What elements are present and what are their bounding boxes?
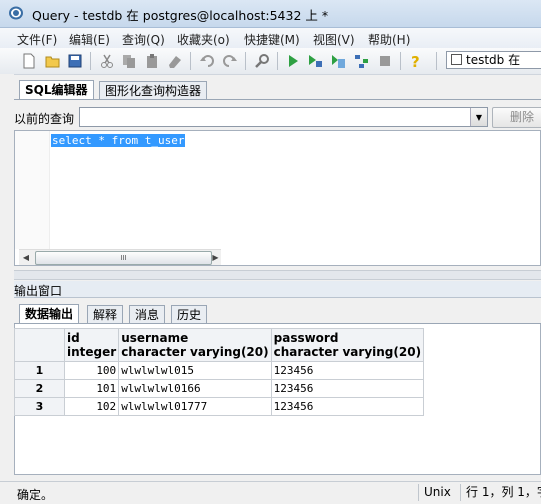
table-row[interactable]: 3 102 wlwlwlwl01777 123456 xyxy=(14,397,425,416)
execute-icon[interactable] xyxy=(284,52,302,70)
horizontal-scrollbar[interactable]: ◀ III ▶ xyxy=(19,249,221,265)
cell-id[interactable]: 100 xyxy=(63,361,120,380)
help-icon[interactable]: ? xyxy=(407,52,425,70)
toolbar-separator xyxy=(436,52,437,70)
menu-file[interactable]: 文件(F) xyxy=(17,31,57,48)
menu-bar: 文件(F) 编辑(E) 查询(Q) 收藏夹(o) 快捷键(M) 视图(V) 帮助… xyxy=(0,28,541,48)
tab-sql-editor[interactable]: SQL编辑器 xyxy=(19,80,94,99)
execute-explain-icon[interactable] xyxy=(306,52,324,70)
status-cursor-position: 行 1，列 1，字 xyxy=(460,484,541,501)
grid-corner[interactable] xyxy=(14,328,65,362)
column-header-username[interactable]: username character varying(20) xyxy=(118,328,272,362)
toolbar-separator xyxy=(190,52,191,70)
toolbar-separator xyxy=(90,52,91,70)
row-number[interactable]: 2 xyxy=(14,379,65,398)
menu-favorites[interactable]: 收藏夹(o) xyxy=(177,31,230,48)
cell-id[interactable]: 101 xyxy=(63,379,120,398)
tab-data-output[interactable]: 数据输出 xyxy=(19,304,80,323)
copy-icon[interactable] xyxy=(120,52,138,70)
tab-messages[interactable]: 消息 xyxy=(129,305,166,323)
tab-graphical-query-builder[interactable]: 图形化查询构造器 xyxy=(99,81,208,99)
save-icon[interactable] xyxy=(66,52,84,70)
delete-button[interactable]: 删除 xyxy=(492,107,541,128)
toolbar-separator xyxy=(277,52,278,70)
status-line-format: Unix xyxy=(418,484,451,501)
column-type: integer xyxy=(67,345,117,359)
menu-edit[interactable]: 编辑(E) xyxy=(69,31,110,48)
editor-gutter xyxy=(15,131,50,249)
scrollbar-thumb[interactable]: III xyxy=(35,251,212,265)
scroll-right-icon[interactable]: ▶ xyxy=(210,251,221,264)
postgres-elephant-icon xyxy=(9,6,23,20)
menu-macros[interactable]: 快捷键(M) xyxy=(244,31,300,48)
undo-icon[interactable] xyxy=(198,52,216,70)
cell-password[interactable]: 123456 xyxy=(270,379,425,398)
grid-header-row: id integer username character varying(20… xyxy=(14,328,425,362)
menu-view[interactable]: 视图(V) xyxy=(313,31,355,48)
cell-username[interactable]: wlwlwlwl01777 xyxy=(118,397,272,416)
pane-splitter[interactable] xyxy=(14,270,541,280)
tab-history[interactable]: 历史 xyxy=(171,305,208,323)
cell-password[interactable]: 123456 xyxy=(270,361,425,380)
previous-query-label: 以前的查询 xyxy=(14,112,75,126)
row-number[interactable]: 3 xyxy=(14,397,65,416)
sql-editor[interactable]: select * from t_user ◀ III ▶ xyxy=(14,130,541,266)
output-pane-title: 输出窗口 xyxy=(14,284,63,298)
column-name: id xyxy=(67,331,80,345)
column-name: password xyxy=(273,331,339,345)
cut-icon[interactable] xyxy=(98,52,116,70)
cell-id[interactable]: 102 xyxy=(63,397,120,416)
result-grid[interactable]: id integer username character varying(20… xyxy=(14,328,425,416)
paste-icon[interactable] xyxy=(143,52,161,70)
toolbar-separator xyxy=(245,52,246,70)
window-left-edge xyxy=(0,74,14,481)
table-row[interactable]: 2 101 wlwlwlwl0166 123456 xyxy=(14,379,425,398)
redo-icon[interactable] xyxy=(221,52,239,70)
column-type: character varying(20) xyxy=(273,345,422,359)
menu-query[interactable]: 查询(Q) xyxy=(122,31,165,48)
status-bar: 确定。 Unix 行 1，列 1，字 xyxy=(0,481,541,504)
sql-text[interactable]: select * from t_user xyxy=(51,134,186,147)
chevron-down-icon[interactable]: ▼ xyxy=(470,108,487,126)
clear-icon[interactable] xyxy=(166,52,184,70)
database-select-value: testdb 在 xyxy=(466,53,521,67)
window-title: Query - testdb 在 postgres@localhost:5432… xyxy=(32,8,329,23)
column-name: username xyxy=(121,331,189,345)
column-header-password[interactable]: password character varying(20) xyxy=(270,328,425,362)
previous-query-combo[interactable]: ▼ xyxy=(79,107,488,127)
table-row[interactable]: 1 100 wlwlwlwl015 123456 xyxy=(14,361,425,380)
title-bar: Query - testdb 在 postgres@localhost:5432… xyxy=(0,0,541,28)
find-icon[interactable] xyxy=(253,52,271,70)
cell-username[interactable]: wlwlwlwl015 xyxy=(118,361,272,380)
execute-file-icon[interactable] xyxy=(329,52,347,70)
tab-explain[interactable]: 解释 xyxy=(87,305,124,323)
scroll-left-icon[interactable]: ◀ xyxy=(19,251,33,264)
cell-username[interactable]: wlwlwlwl0166 xyxy=(118,379,272,398)
tab-strip-border xyxy=(14,99,541,100)
column-header-id[interactable]: id integer xyxy=(63,328,120,362)
open-icon[interactable] xyxy=(44,52,62,70)
database-select[interactable]: testdb 在 xyxy=(446,51,541,69)
svg-text:?: ? xyxy=(411,53,420,69)
cell-password[interactable]: 123456 xyxy=(270,397,425,416)
menu-help[interactable]: 帮助(H) xyxy=(368,31,410,48)
output-pane-header: 输出窗口 xyxy=(14,281,541,298)
explain-icon[interactable] xyxy=(353,52,371,70)
connection-checkbox-icon xyxy=(451,54,462,65)
status-message: 确定。 xyxy=(17,488,54,502)
stop-icon[interactable] xyxy=(376,52,394,70)
column-type: character varying(20) xyxy=(121,345,269,359)
toolbar-separator xyxy=(400,52,401,70)
new-icon[interactable] xyxy=(20,52,38,70)
row-number[interactable]: 1 xyxy=(14,361,65,380)
